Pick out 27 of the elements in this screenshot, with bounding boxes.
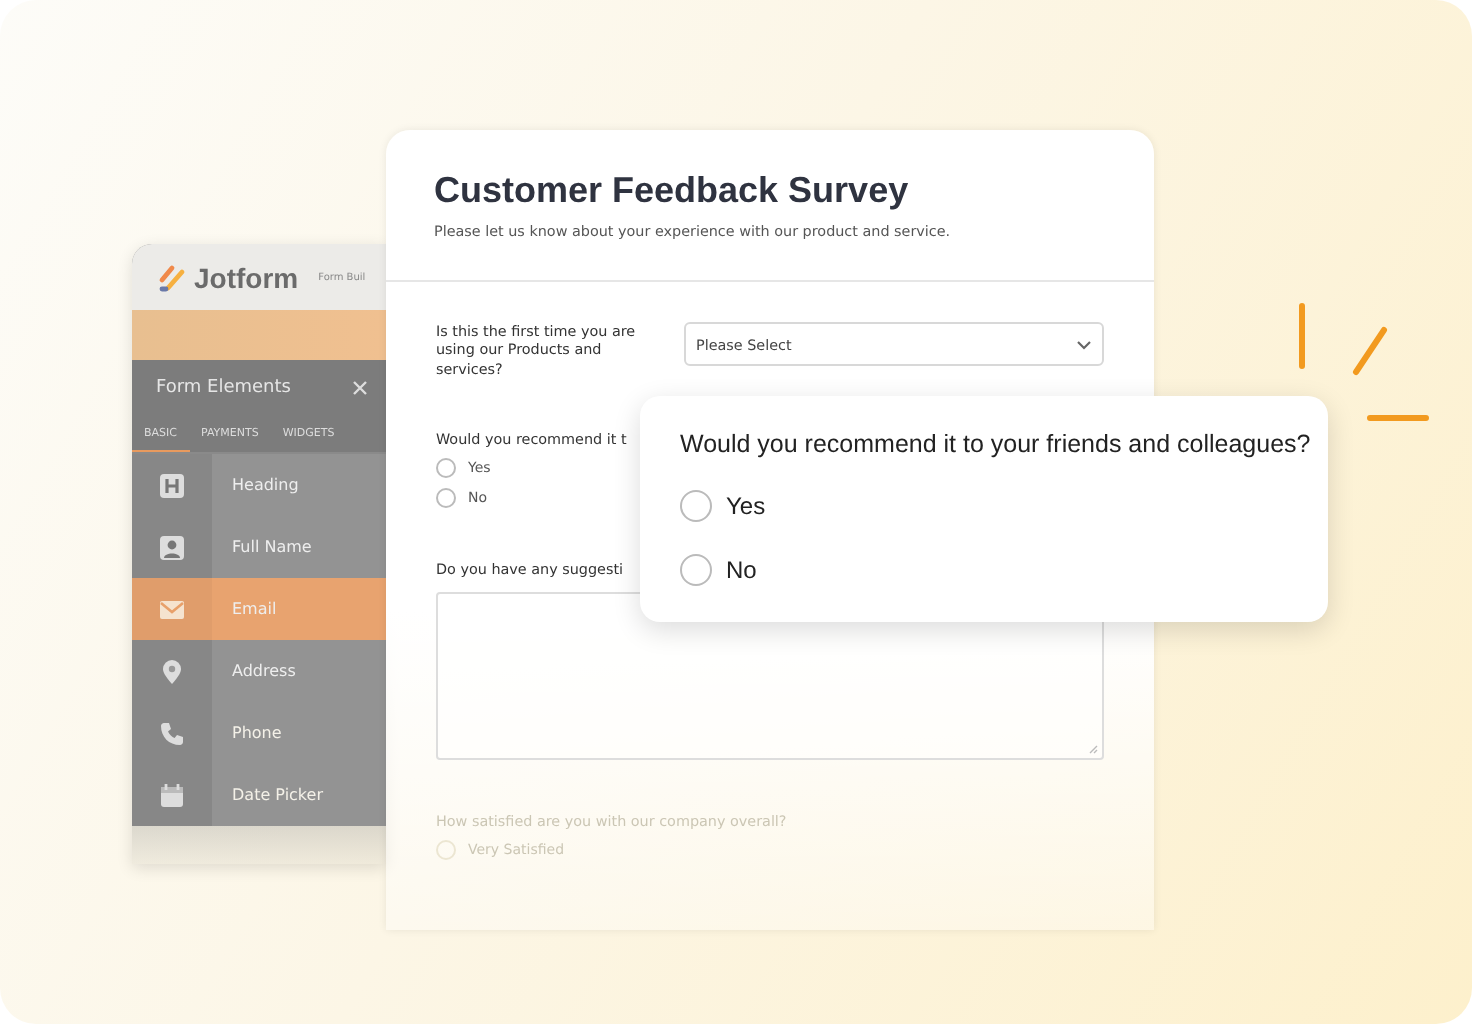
logo-text: Jotform	[194, 261, 299, 293]
panel-title: Form Elements	[156, 378, 291, 398]
form-element-item[interactable]: Date Picker	[132, 764, 386, 826]
radio-button[interactable]	[436, 458, 456, 479]
radio-button[interactable]	[680, 554, 712, 586]
radio-button[interactable]	[436, 488, 456, 509]
question-label: Would you recommend it to your friends and colleagues?	[680, 430, 1311, 458]
option-label: Yes	[726, 492, 766, 520]
heading-icon	[158, 471, 186, 499]
form-element-item[interactable]: Email	[132, 578, 386, 640]
envelope-icon	[158, 595, 186, 623]
form-element-item[interactable]: Phone	[132, 702, 386, 764]
person-icon	[158, 533, 186, 561]
form-element-item[interactable]: Address	[132, 640, 386, 702]
radio-button[interactable]	[680, 490, 712, 522]
phone-icon	[158, 719, 186, 747]
form-element-item[interactable]: Heading	[132, 454, 386, 516]
calendar-icon	[158, 781, 186, 809]
option-label: No	[726, 556, 757, 584]
form-title: Customer Feedback Survey	[434, 170, 911, 212]
resize-handle-icon	[1088, 743, 1098, 754]
form-element-item[interactable]: Full Name	[132, 516, 386, 578]
close-icon	[352, 380, 368, 396]
map-pin-icon	[158, 657, 186, 685]
accent-lines-drawing	[1294, 302, 1434, 426]
logo-icon	[158, 263, 186, 291]
chevron-down-icon	[1076, 339, 1092, 349]
